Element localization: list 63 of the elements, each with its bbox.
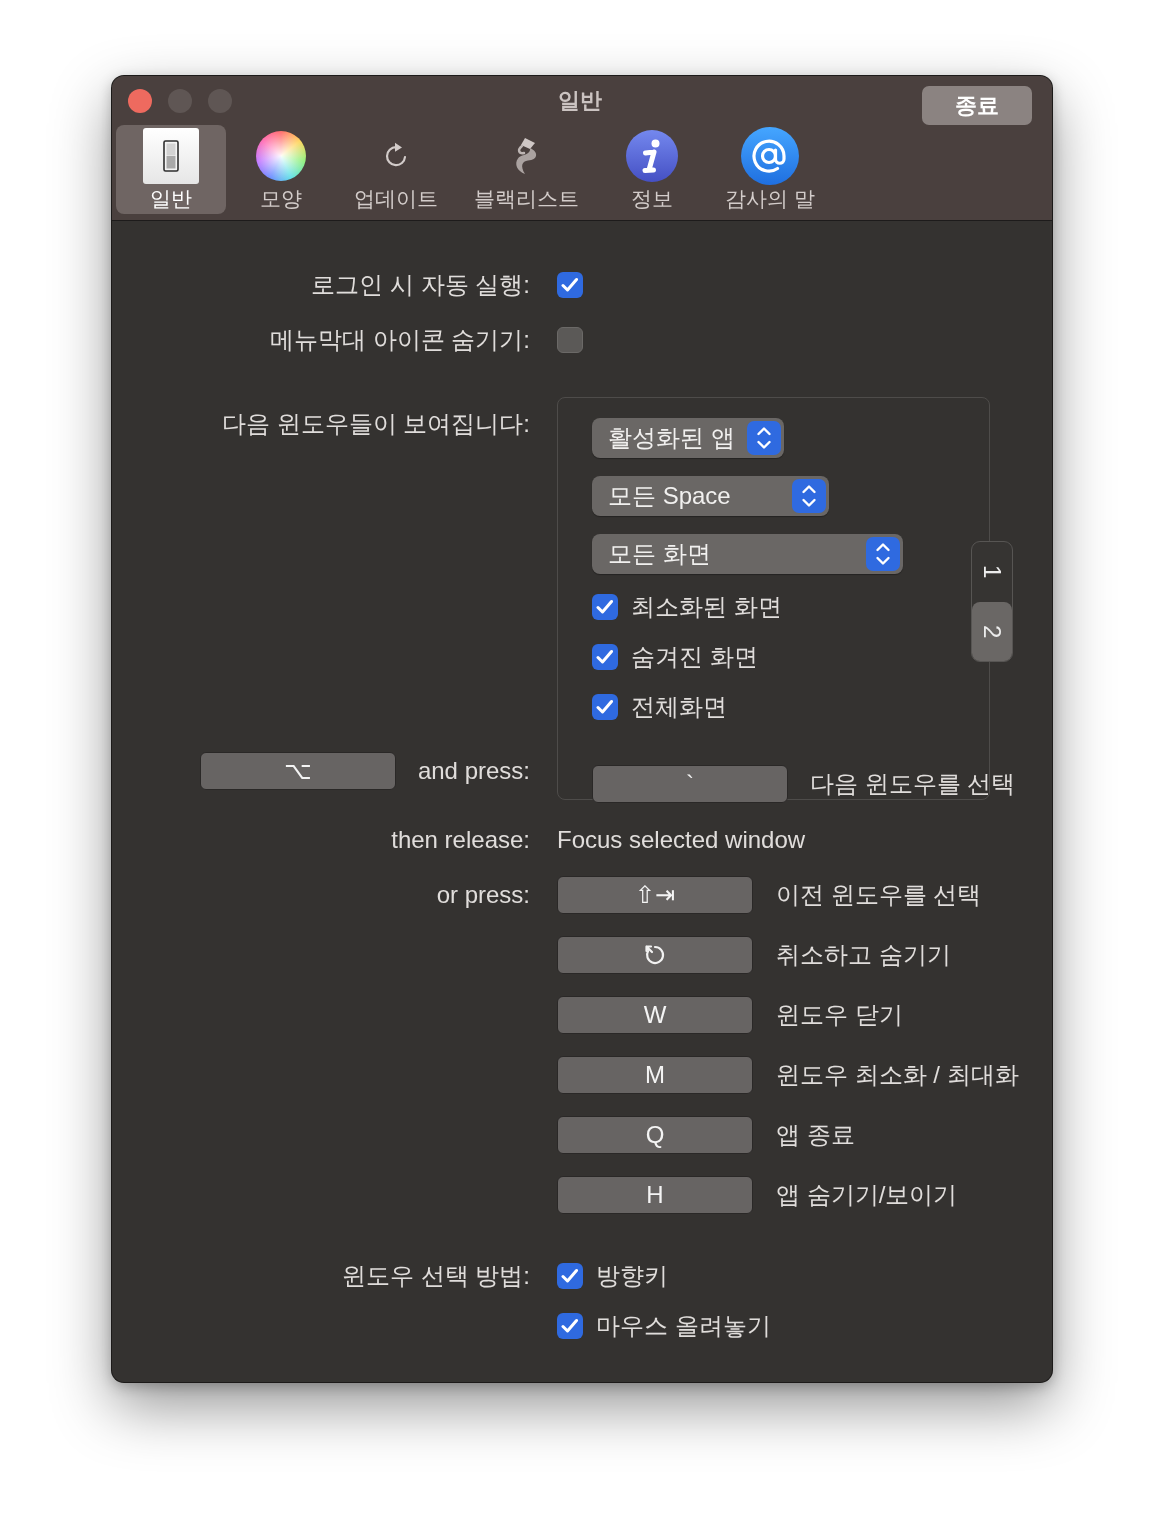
shortcut-field[interactable]: ⇧⇥ — [557, 876, 753, 914]
setting-label: or press: — [436, 881, 530, 908]
action-label: 이전 윈도우를 선택 — [776, 880, 982, 910]
toolbar-tab[interactable]: 블랙리스트 — [456, 125, 597, 214]
switch-icon — [143, 128, 199, 184]
checkbox[interactable] — [557, 272, 583, 298]
color-wheel-icon — [256, 131, 306, 181]
shortcut-field[interactable]: H — [557, 1176, 753, 1214]
quit-button[interactable]: 종료 — [922, 86, 1032, 125]
info-icon — [626, 130, 678, 182]
page-tab[interactable]: 2 — [972, 601, 1012, 661]
toolbar-tab[interactable]: 감사의 말 — [707, 125, 833, 214]
checkmark-icon — [561, 277, 579, 293]
checkbox[interactable] — [557, 327, 583, 353]
stepper-icon — [866, 537, 900, 571]
setting-label: then release: — [391, 826, 530, 853]
action-label: Focus selected window — [557, 826, 806, 853]
action-label: 취소하고 숨기기 — [776, 940, 951, 970]
toolbar-tab[interactable]: 업데이트 — [336, 125, 456, 214]
popup-button[interactable]: 모든 화면 — [592, 534, 903, 574]
action-label: 앱 종료 — [776, 1120, 855, 1150]
toolbar-tab[interactable]: 정보 — [597, 125, 707, 214]
setting-label: 윈도우 선택 방법: — [342, 1262, 530, 1289]
action-label: 앱 숨기기/보이기 — [776, 1180, 958, 1210]
page-tab[interactable]: 1 — [972, 542, 1012, 602]
close-button[interactable] — [128, 88, 152, 113]
setting-label: 메뉴막대 아이콘 숨기기: — [270, 326, 530, 353]
setting-label: and press: — [417, 757, 530, 785]
checkbox-label: 최소화된 화면 — [631, 592, 782, 622]
shortcut-field[interactable] — [557, 936, 753, 974]
popup-button[interactable]: 모든 Space — [592, 476, 829, 516]
checkmark-icon — [596, 649, 614, 665]
checkbox-label: 숨겨진 화면 — [631, 642, 758, 672]
shortcut-field[interactable]: Q — [557, 1116, 753, 1154]
at-sign-icon — [740, 127, 799, 185]
setting-label: 다음 윈도우들이 보여집니다: — [222, 409, 530, 439]
stepper-icon — [792, 479, 826, 513]
toolbar-tab[interactable]: 일반 — [116, 125, 226, 214]
action-label: 윈도우 최소화 / 최대화 — [776, 1060, 1019, 1090]
shortcut-field[interactable]: W — [557, 996, 753, 1034]
checkbox[interactable] — [592, 644, 618, 670]
shortcut-field[interactable]: ` — [592, 765, 788, 803]
window-title: 일반 — [558, 86, 602, 115]
checkbox[interactable] — [557, 1263, 583, 1289]
toolbar-tab[interactable]: 모양 — [226, 125, 336, 214]
shortcut-field[interactable]: M — [557, 1056, 753, 1094]
popup-button[interactable]: 활성화된 앱 — [592, 418, 784, 458]
setting-label: 로그인 시 자동 실행: — [311, 271, 530, 298]
checkbox-label: 방향키 — [596, 1261, 668, 1291]
checkmark-icon — [561, 1268, 579, 1284]
circular-arrow-icon — [644, 944, 666, 966]
checkbox[interactable] — [592, 694, 618, 720]
checkmark-icon — [596, 699, 614, 715]
action-label: 윈도우 닫기 — [776, 1000, 903, 1030]
shortcut-field[interactable]: ⌥ — [199, 752, 396, 790]
checkbox-label: 전체화면 — [631, 692, 727, 722]
checkmark-icon — [596, 599, 614, 615]
action-label: 다음 윈도우를 선택 — [810, 769, 1016, 799]
checkbox[interactable] — [557, 1313, 583, 1339]
checkmark-icon — [561, 1318, 579, 1334]
checkbox[interactable] — [592, 594, 618, 620]
stepper-icon — [746, 421, 781, 455]
checkbox-label: 마우스 올려놓기 — [596, 1311, 771, 1341]
